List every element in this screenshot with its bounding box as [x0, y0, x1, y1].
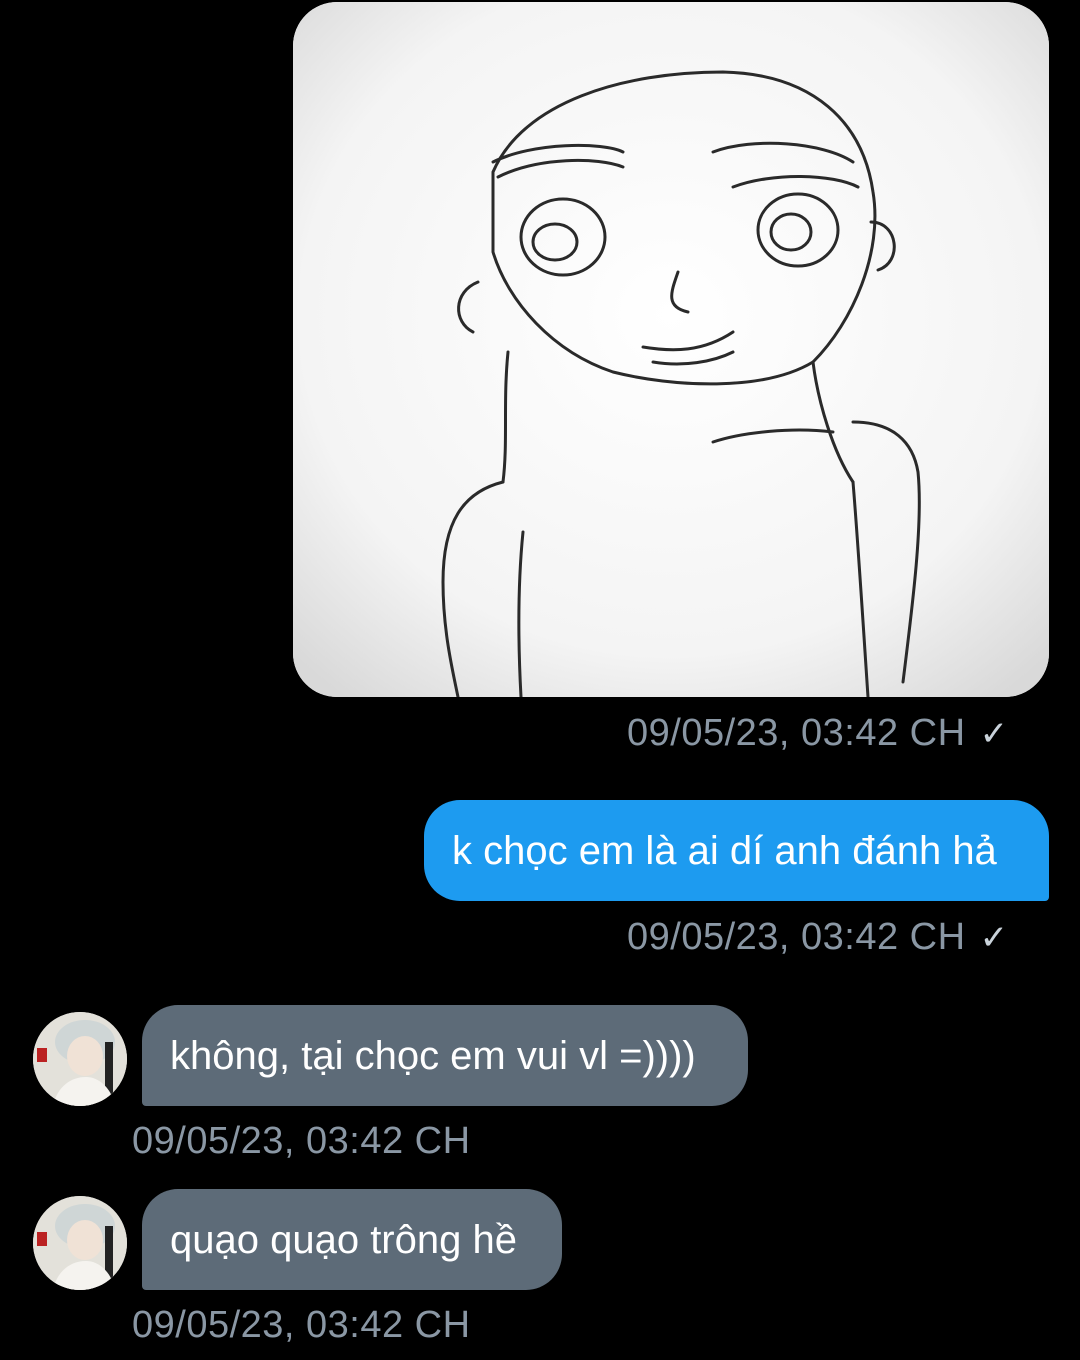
- message-text: k chọc em là ai dí anh đánh hả: [452, 828, 997, 873]
- message-text: không, tại chọc em vui vl =)))): [170, 1033, 696, 1078]
- sent-check-icon: ✓: [979, 715, 1009, 753]
- timestamp-text: 09/05/23, 03:42 CH: [132, 1304, 471, 1346]
- avatar[interactable]: [33, 1196, 127, 1290]
- avatar[interactable]: [33, 1012, 127, 1106]
- message-text: quạo quạo trông hề: [170, 1217, 517, 1262]
- avatar-image: [33, 1012, 127, 1106]
- incoming-message-bubble[interactable]: không, tại chọc em vui vl =)))): [142, 1005, 748, 1106]
- image-message[interactable]: [293, 2, 1049, 697]
- message-timestamp: 09/05/23, 03:42 CH ✓: [627, 712, 1009, 755]
- sent-check-icon: ✓: [979, 919, 1009, 957]
- outgoing-message-bubble[interactable]: k chọc em là ai dí anh đánh hả: [424, 800, 1049, 901]
- timestamp-text: 09/05/23, 03:42 CH: [627, 712, 966, 754]
- message-timestamp: 09/05/23, 03:42 CH ✓: [627, 916, 1009, 959]
- sketch-image: [293, 2, 1049, 697]
- incoming-message-bubble[interactable]: quạo quạo trông hề: [142, 1189, 562, 1290]
- message-timestamp: 09/05/23, 03:42 CH: [132, 1304, 471, 1347]
- avatar-image: [33, 1196, 127, 1290]
- timestamp-text: 09/05/23, 03:42 CH: [627, 916, 966, 958]
- message-timestamp: 09/05/23, 03:42 CH: [132, 1120, 471, 1163]
- timestamp-text: 09/05/23, 03:42 CH: [132, 1120, 471, 1162]
